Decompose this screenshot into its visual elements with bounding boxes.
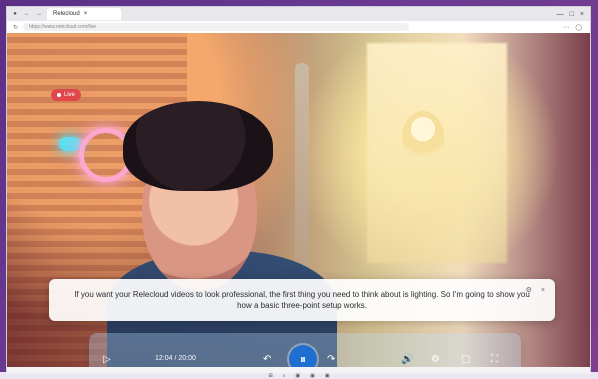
tab-relecloud[interactable]: Relecloud × [47, 8, 121, 20]
forward-icon[interactable]: ↷ [327, 351, 335, 367]
captions-icon[interactable]: ▢ [461, 351, 470, 367]
neon-light-cyan [59, 137, 81, 151]
extensions-icon[interactable]: ⋯ [563, 24, 569, 31]
search-icon[interactable]: ⌕ [283, 373, 286, 379]
url-text: https://www.relecloud.com/live [29, 24, 97, 30]
url-field[interactable]: https://www.relecloud.com/live [23, 23, 410, 31]
taskbar: ⊞ ⌕ ▣ ▣ ▣ [0, 372, 598, 379]
rewind-icon[interactable]: ↶ [263, 351, 271, 367]
pause-icon: ⏸ [299, 351, 306, 366]
caption-box: ⚙ × If you want your Relecloud videos to… [49, 279, 555, 321]
play-icon[interactable]: ▷ [103, 351, 111, 367]
taskbar-app-icon[interactable]: ▣ [310, 373, 315, 379]
video-player[interactable]: Live ⚙ × If you want your Relecloud vide… [7, 33, 590, 367]
caption-text: If you want your Relecloud videos to loo… [74, 290, 530, 310]
fullscreen-icon[interactable]: ⛶ [491, 351, 498, 367]
caption-close-icon[interactable]: × [541, 285, 545, 296]
browser-menu-icon[interactable]: ● [11, 10, 19, 18]
close-icon[interactable]: × [580, 11, 584, 18]
maximize-icon[interactable]: □ [570, 11, 574, 18]
time-display: 12:04 / 20:00 [155, 355, 196, 362]
background-lamp [402, 111, 444, 163]
forward-icon[interactable]: → [35, 10, 43, 18]
toolbar-icons: ⋯ ◯ [563, 24, 590, 31]
taskbar-app-icon[interactable]: ▣ [295, 373, 300, 379]
window-controls: — □ × [557, 11, 590, 18]
caption-settings-icon[interactable]: ⚙ [526, 285, 532, 296]
browser-window: ● ← → Relecloud × — □ × ↻ https://www.re… [6, 6, 591, 374]
tab-bar: ● ← → Relecloud × — □ × [7, 7, 590, 21]
tab-close-icon[interactable]: × [84, 11, 88, 17]
taskbar-app-icon[interactable]: ▣ [325, 373, 330, 379]
player-controls: ▷ 12:04 / 20:00 ↶ ⏸ ↷ 🔊 ⚙ ▢ ⛶ [89, 333, 521, 367]
volume-icon[interactable]: 🔊 [401, 351, 413, 367]
live-label: Live [64, 92, 76, 98]
caption-controls: ⚙ × [526, 285, 545, 296]
refresh-icon[interactable]: ↻ [13, 24, 18, 31]
presenter [107, 101, 337, 367]
settings-icon[interactable]: ⚙ [431, 351, 440, 367]
tab-title: Relecloud [53, 11, 80, 17]
pause-button[interactable]: ⏸ [289, 345, 317, 367]
minimize-icon[interactable]: — [557, 11, 564, 18]
presenter-hair [123, 101, 273, 191]
start-icon[interactable]: ⊞ [268, 373, 272, 379]
live-dot-icon [57, 93, 61, 97]
profile-icon[interactable]: ◯ [575, 24, 582, 31]
live-badge: Live [51, 89, 82, 101]
back-icon[interactable]: ← [23, 10, 31, 18]
